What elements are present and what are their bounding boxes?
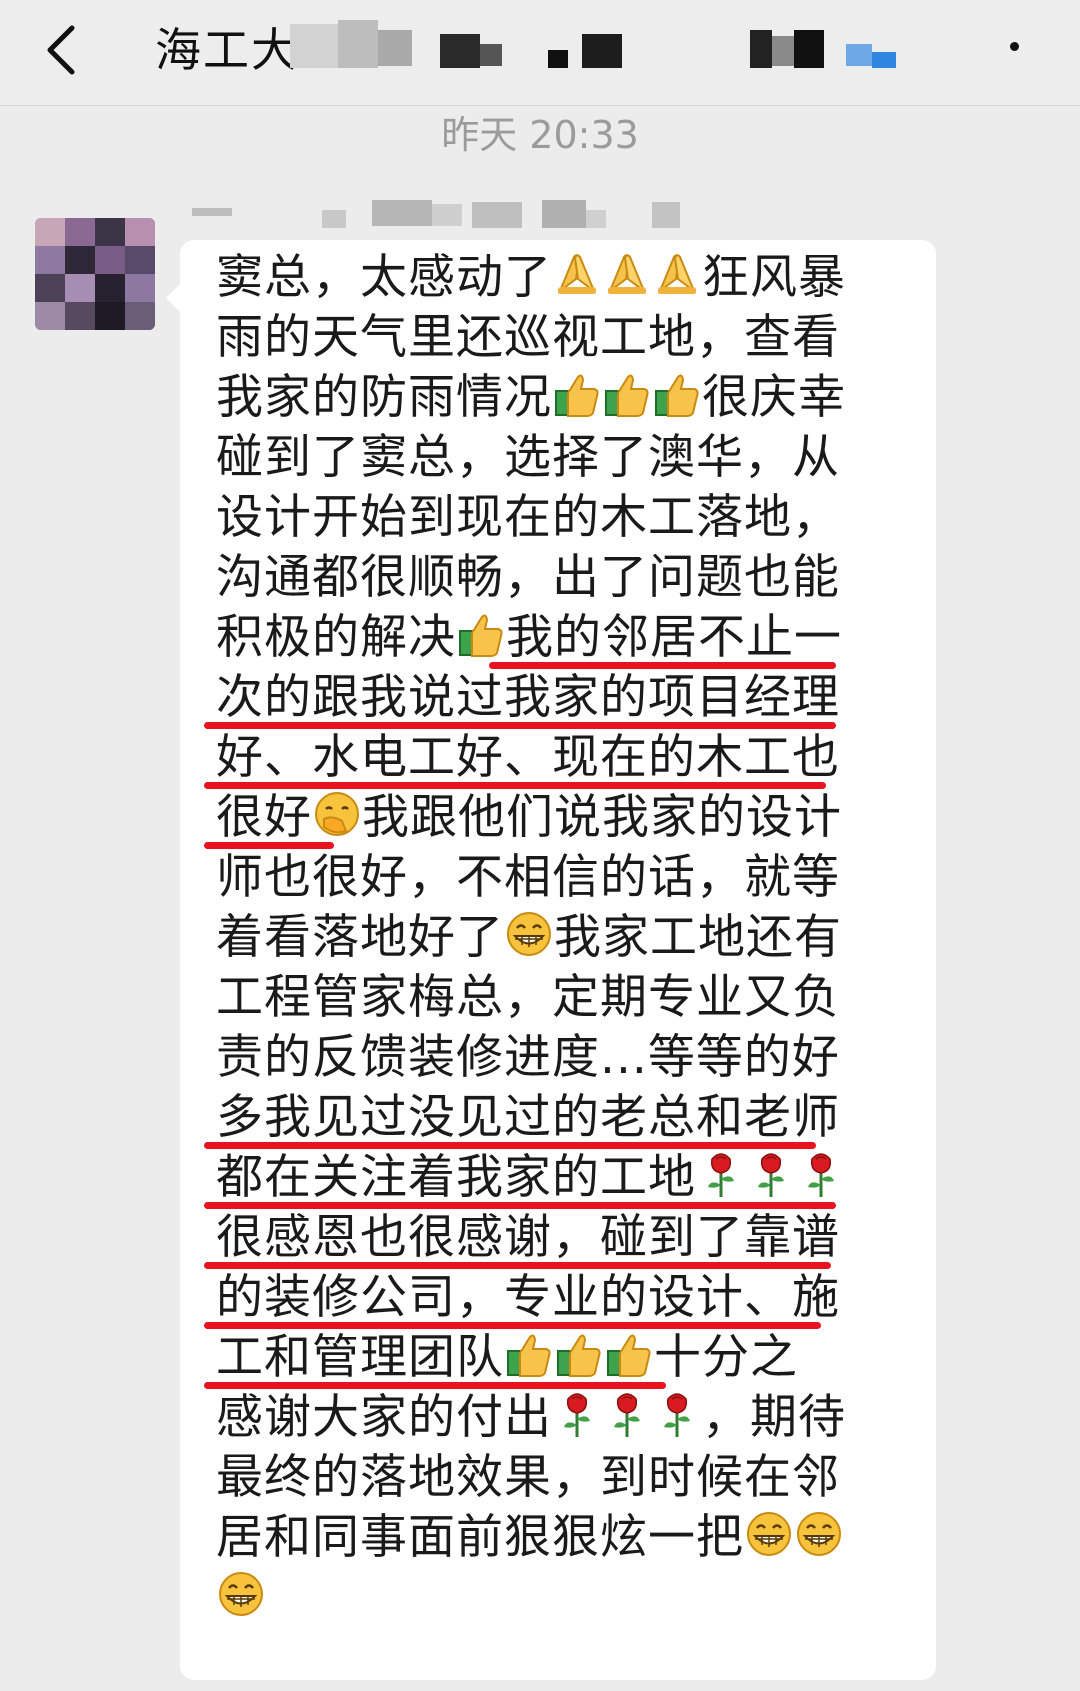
rose-emoji-icon (652, 1389, 702, 1439)
message-line: 居和同事面前狠狠炫一把 (216, 1508, 916, 1568)
message-line: 工和管理团队 十分之 (204, 1328, 916, 1389)
message-text-segment: 师也很好，不相信的话，就等 (216, 850, 840, 905)
thumbs-up-emoji-icon (456, 609, 506, 659)
message-text-segment: 次的跟我说过我家的项目经理 (216, 670, 840, 725)
message-text-segment: 我家的防雨情况 (216, 370, 552, 425)
message-text-segment: ，期待 (702, 1390, 846, 1445)
thumbs-up-emoji-icon (554, 1329, 604, 1379)
message-text-segment: 积极的解决 (216, 610, 456, 665)
message-line: 着看落地好了 我家工地还有 (216, 908, 916, 968)
grin-emoji-icon (744, 1509, 794, 1559)
message-text-segment: 我家工地还有 (554, 910, 842, 965)
chat-header: 海工大 (0, 0, 1080, 106)
more-dots-icon (1010, 42, 1019, 51)
message-text-segment: 工和管理团队 (216, 1330, 504, 1385)
thumbs-up-emoji-icon (652, 369, 702, 419)
message-text-segment: 十分之 (654, 1330, 798, 1385)
thumbs-up-emoji-icon (604, 1329, 654, 1379)
pray-emoji-icon (602, 249, 652, 299)
message-bubble[interactable]: 窦总，太感动了 狂风暴 雨的天气里还巡视工地，查看 我家的防雨情况 很庆幸 碰到了窦总，选… (166, 240, 936, 1680)
message-text-segment: 很好 (216, 790, 312, 845)
message-line: 很感恩也很感谢，碰到了靠谱 (204, 1208, 916, 1269)
message-line (216, 1568, 916, 1628)
message-text-segment: 很感恩也很感谢，碰到了靠谱 (216, 1210, 840, 1265)
message-line: 雨的天气里还巡视工地，查看 (216, 308, 916, 368)
message-timestamp: 昨天 20:33 (441, 113, 639, 157)
chat-title-text: 海工大 (155, 23, 299, 77)
message-line: 设计开始到现在的木工落地， (216, 488, 916, 548)
message-text-segment: 窦总，太感动了 (216, 250, 552, 305)
message-line: 最终的落地效果，到时候在邻 (216, 1448, 916, 1508)
avatar[interactable] (35, 218, 155, 330)
more-button[interactable] (994, 26, 1034, 66)
hand-over-mouth-emoji-icon (312, 789, 362, 839)
message-text-segment: 雨的天气里还巡视工地，查看 (216, 310, 840, 365)
message-line: 都在关注着我家的工地 (204, 1148, 916, 1209)
message-line: 沟通都很顺畅，出了问题也能 (216, 548, 916, 608)
message-text-segment: 着看落地好了 (216, 910, 504, 965)
message-line: 积极的解决 我的邻居不止一 (216, 608, 916, 669)
message-text-segment: 都在关注着我家的工地 (216, 1150, 696, 1205)
message-text-segment: 多我见过没见过的老总和老师 (216, 1090, 840, 1145)
message-text-segment: 责的反馈装修进度...等等的好 (216, 1030, 840, 1085)
grin-emoji-icon (794, 1509, 844, 1559)
message-line: 窦总，太感动了 狂风暴 (216, 248, 916, 308)
message-text-segment: 很庆幸 (702, 370, 846, 425)
pray-emoji-icon (652, 249, 702, 299)
thumbs-up-emoji-icon (552, 369, 602, 419)
message-text-segment: 好、水电工好、现在的木工也 (216, 730, 840, 785)
sender-name-redacted (182, 196, 742, 236)
message-line: 很好 我跟他们说我家的设计 (204, 788, 916, 849)
message-text-segment: 最终的落地效果，到时候在邻 (216, 1450, 840, 1505)
thumbs-up-emoji-icon (504, 1329, 554, 1379)
message-line: 碰到了窦总，选择了澳华，从 (216, 428, 916, 488)
message-text-segment: 设计开始到现在的木工落地， (216, 490, 840, 545)
message-text: 窦总，太感动了 狂风暴 雨的天气里还巡视工地，查看 我家的防雨情况 很庆幸 碰到了窦总，选… (204, 248, 916, 1628)
back-button[interactable] (34, 20, 94, 80)
message-text-segment: 沟通都很顺畅，出了问题也能 (216, 550, 840, 605)
message-line: 工程管家梅总，定期专业又负 (216, 968, 916, 1028)
message-text-segment: 我的邻居不止一 (506, 610, 842, 665)
message-text-segment: 的装修公司，专业的设计、施 (216, 1270, 840, 1325)
avatar-image (35, 218, 155, 330)
pray-emoji-icon (552, 249, 602, 299)
message-text-segment: 居和同事面前狠狠炫一把 (216, 1510, 744, 1565)
message-line: 好、水电工好、现在的木工也 (204, 728, 916, 789)
grin-emoji-icon (216, 1569, 266, 1619)
message-text-segment: 碰到了窦总，选择了澳华，从 (216, 430, 840, 485)
message-text-segment: 感谢大家的付出 (216, 1390, 552, 1445)
rose-emoji-icon (602, 1389, 652, 1439)
message-line: 我家的防雨情况 很庆幸 (216, 368, 916, 428)
message-line: 感谢大家的付出 ，期待 (216, 1388, 916, 1448)
message-text-segment: 狂风暴 (702, 250, 846, 305)
message-line: 的装修公司，专业的设计、施 (204, 1268, 916, 1329)
rose-emoji-icon (746, 1149, 796, 1199)
rose-emoji-icon (552, 1389, 602, 1439)
thumbs-up-emoji-icon (602, 369, 652, 419)
chevron-left-icon (47, 25, 75, 75)
message-line: 师也很好，不相信的话，就等 (216, 848, 916, 908)
rose-emoji-icon (796, 1149, 846, 1199)
message-text-segment: 工程管家梅总，定期专业又负 (216, 970, 840, 1025)
message-text-segment: 我跟他们说我家的设计 (362, 790, 842, 845)
message-line: 多我见过没见过的老总和老师 (204, 1088, 916, 1149)
grin-emoji-icon (504, 909, 554, 959)
chat-title: 海工大 (155, 14, 299, 80)
message-line: 次的跟我说过我家的项目经理 (204, 668, 916, 729)
rose-emoji-icon (696, 1149, 746, 1199)
message-line: 责的反馈装修进度...等等的好 (216, 1028, 916, 1088)
